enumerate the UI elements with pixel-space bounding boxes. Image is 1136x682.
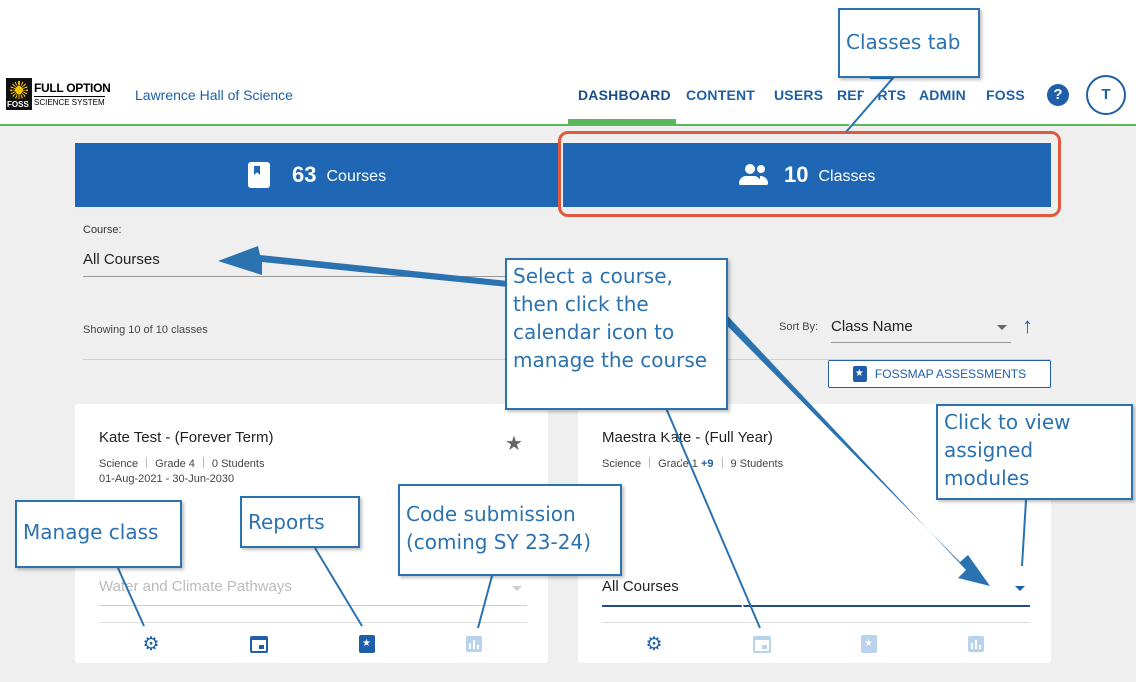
class-subject: Science [99,458,139,470]
sort-by-select[interactable]: Class Name [831,318,913,335]
course-filter-select[interactable]: All Courses [83,251,160,268]
class-title: Kate Test - (Forever Term) [99,429,274,446]
organization-name[interactable]: Lawrence Hall of Science [135,87,293,103]
gear-icon[interactable]: ⚙ [141,634,161,654]
logo-line-2: SCIENCE SYSTEM [34,96,105,107]
courses-count: 63 [292,162,317,187]
nav-reports[interactable]: REPORTS [837,87,906,103]
nav-admin[interactable]: ADMIN [919,87,966,103]
course-filter-underline [83,276,523,277]
module-select[interactable]: All Courses [602,578,679,595]
calendar-icon[interactable] [752,634,772,654]
fossmap-assessments-label: FOSSMAP ASSESSMENTS [874,367,1027,381]
showing-count: Showing 10 of 10 classes [83,324,208,336]
class-meta: Science Grade 1 +9 9 Students [602,457,783,470]
callout-classes-tab: Classes tab [838,8,980,78]
class-dates: 01-Aug-2021 - 30-Jun-2030 [99,473,235,485]
nav-active-indicator [568,119,676,124]
callout-view-modules: Click to view assigned modules [936,404,1133,500]
callout-code-submission: Code submission (coming SY 23-24) [398,484,622,576]
chevron-down-icon[interactable] [997,325,1007,330]
callout-line: modules [944,466,1030,490]
class-grade: Grade 1 [658,458,698,470]
class-students: 9 Students [730,458,784,470]
calendar-icon[interactable] [249,634,269,654]
callout-select-course: Select a course, then click the calendar… [505,258,728,410]
fossmap-assessments-button[interactable]: FOSSMAP ASSESSMENTS [828,360,1051,388]
nav-content[interactable]: CONTENT [686,87,755,103]
callout-line: Code submission [406,502,576,526]
foss-logo-mark: FOSS [6,78,32,110]
header-divider [0,124,1136,126]
module-select[interactable]: Water and Climate Pathways [99,578,292,595]
arrow-to-course-filter [218,246,508,287]
callout-manage-class: Manage class [15,500,182,568]
callout-line: assigned [944,438,1034,462]
class-meta: Science Grade 4 0 Students [99,457,264,470]
card-actions-divider [602,622,1030,623]
sun-icon [10,81,28,99]
favorite-star-icon[interactable]: ★ [505,431,523,456]
logo-line-1: FULL OPTION [34,81,111,95]
courses-label: Courses [326,168,387,185]
nav-users[interactable]: USERS [774,87,823,103]
book-icon [248,162,270,188]
foss-logo[interactable]: FOSS FULL OPTION SCIENCE SYSTEM [6,78,112,110]
gear-icon[interactable]: ⚙ [644,634,664,654]
class-students: 0 Students [211,458,265,470]
logo-mark-text: FOSS [7,100,29,109]
more-grades-link[interactable]: +9 [701,458,714,470]
callout-line: calendar icon to [513,320,675,344]
chevron-down-icon[interactable] [1015,586,1025,591]
chevron-down-icon[interactable] [512,586,522,591]
classes-tab-highlight [558,131,1061,217]
module-select-underline [602,605,1030,607]
reports-clipboard-icon[interactable] [357,634,377,654]
card-actions-divider [99,622,527,623]
sort-by-label: Sort By: [779,321,819,333]
class-subject: Science [602,458,642,470]
clipboard-star-icon [852,366,867,382]
reports-clipboard-icon[interactable] [859,634,879,654]
help-icon[interactable]: ? [1047,84,1069,106]
bar-chart-icon[interactable] [966,634,986,654]
callout-reports: Reports [240,496,360,548]
courses-tab[interactable]: 63 Courses [75,143,561,207]
course-filter-label: Course: [83,224,122,236]
user-avatar[interactable]: T [1086,75,1126,115]
module-select-underline [99,605,527,606]
class-title: Maestra Kate - (Full Year) [602,429,773,446]
callout-line: manage the course [513,348,708,372]
nav-foss[interactable]: FOSS [986,87,1025,103]
callout-line: Click to view [944,410,1071,434]
bar-chart-icon[interactable] [464,634,484,654]
callout-line: then click the [513,292,649,316]
callout-line: (coming SY 23-24) [406,530,591,554]
nav-dashboard[interactable]: DASHBOARD [578,87,671,103]
callout-line: Select a course, [513,264,673,288]
class-grade: Grade 4 [155,458,195,470]
sort-by-underline [831,342,1011,343]
sort-direction-icon[interactable]: ↑ [1022,313,1033,339]
